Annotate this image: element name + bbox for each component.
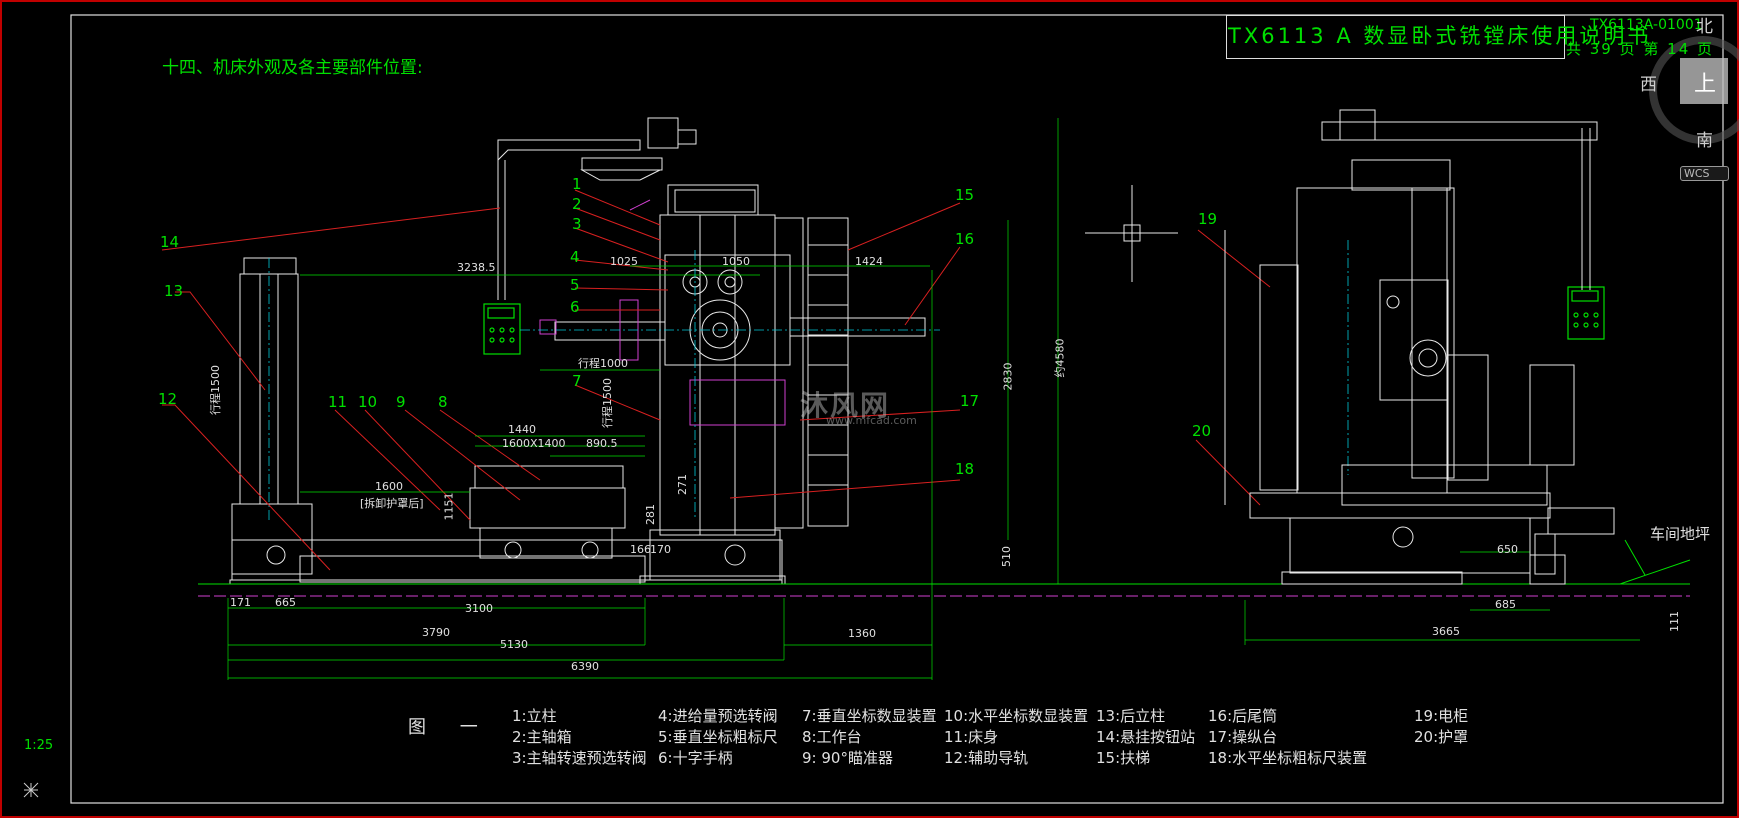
scale-label: 1:25	[24, 738, 54, 753]
callout-20: 20	[1192, 422, 1212, 440]
callout-16: 16	[955, 230, 975, 248]
dim-travel-col: 行程1500	[209, 365, 222, 415]
dim-1025: 1025	[610, 255, 638, 268]
legend-item: 20:护罩	[1414, 728, 1469, 746]
dim-271: 271	[676, 474, 689, 495]
legend-item: 11:床身	[944, 728, 999, 746]
dim-171: 171	[230, 596, 251, 609]
legend-item: 3:主轴转速预选转阀	[512, 749, 647, 767]
wcs-menu[interactable]: WCS	[1680, 166, 1729, 181]
legend-col-3: 7:垂直坐标数显装置 8:工作台 9: 90°瞄准器	[802, 706, 937, 769]
dim-3238: 3238.5	[457, 261, 496, 274]
callout-6: 6	[570, 298, 580, 316]
dim-111: 111	[1668, 611, 1681, 632]
dim-1600-sub: [拆卸护罩后]	[360, 497, 424, 510]
dim-166: 166	[630, 543, 651, 556]
legend-item: 16:后尾筒	[1208, 707, 1278, 725]
callout-12: 12	[158, 390, 178, 408]
callout-4: 4	[570, 248, 580, 266]
legend-item: 13:后立柱	[1096, 707, 1166, 725]
callout-15: 15	[955, 186, 975, 204]
legend-item: 8:工作台	[802, 728, 862, 746]
compass-top[interactable]: 上	[1694, 66, 1716, 98]
ground-label: 车间地坪	[1650, 525, 1711, 543]
dim-3100: 3100	[465, 602, 493, 615]
callout-5: 5	[570, 276, 580, 294]
callout-2: 2	[572, 195, 582, 213]
dim-3665: 3665	[1432, 625, 1460, 638]
drawing-code: TX6113A-01001	[1590, 17, 1703, 33]
legend-col-1: 1:立柱 2:主轴箱 3:主轴转速预选转阀	[512, 706, 647, 769]
dim-1360: 1360	[848, 627, 876, 640]
compass-west[interactable]: 西	[1640, 70, 1657, 95]
callout-19: 19	[1198, 210, 1218, 228]
legend-item: 15:扶梯	[1096, 749, 1151, 767]
dim-685: 685	[1495, 598, 1516, 611]
compass-south[interactable]: 南	[1696, 126, 1713, 151]
dim-1600x1400: 1600X1400	[502, 437, 566, 450]
callout-11: 11	[328, 393, 348, 411]
callout-17: 17	[960, 392, 980, 410]
dim-510: 510	[1000, 546, 1013, 567]
dim-6390: 6390	[571, 660, 599, 673]
callout-3: 3	[572, 215, 582, 233]
dim-1440: 1440	[508, 423, 536, 436]
legend-item: 12:辅助导轨	[944, 749, 1029, 767]
dim-650: 650	[1497, 543, 1518, 556]
callout-8: 8	[438, 393, 448, 411]
legend-col-5: 13:后立柱 14:悬挂按钮站 15:扶梯	[1096, 706, 1195, 769]
callout-1: 1	[572, 175, 582, 193]
dim-1424: 1424	[855, 255, 883, 268]
dim-2830: 2830	[1001, 362, 1015, 391]
callout-13: 13	[164, 282, 184, 300]
legend-item: 2:主轴箱	[512, 728, 572, 746]
legend-item: 9: 90°瞄准器	[802, 749, 893, 767]
legend-item: 6:十字手柄	[658, 749, 733, 767]
legend-item: 19:电柜	[1414, 707, 1469, 725]
legend-item: 10:水平坐标数显装置	[944, 707, 1089, 725]
watermark-url: www.mfcad.com	[826, 414, 917, 427]
callout-14: 14	[160, 233, 180, 251]
dim-4580: 约4580	[1053, 338, 1067, 378]
legend-item: 17:操纵台	[1208, 728, 1278, 746]
dim-170: 170	[650, 543, 671, 556]
page-info: 共 39 页 第 14 页	[1566, 40, 1715, 58]
legend-item: 4:进给量预选转阀	[658, 707, 778, 725]
section-heading: 十四、机床外观及各主要部件位置:	[162, 58, 423, 78]
dim-1151: 1151	[442, 492, 456, 521]
legend-col-4: 10:水平坐标数显装置 11:床身 12:辅助导轨	[944, 706, 1088, 769]
legend-col-2: 4:进给量预选转阀 5:垂直坐标粗标尺 6:十字手柄	[658, 706, 778, 769]
dim-665: 665	[275, 596, 296, 609]
legend-col-6: 16:后尾筒 17:操纵台 18:水平坐标粗标尺装置	[1208, 706, 1367, 769]
dim-3790: 3790	[422, 626, 450, 639]
dim-1600: 1600	[375, 480, 403, 493]
legend-item: 1:立柱	[512, 707, 557, 725]
callout-10: 10	[358, 393, 378, 411]
legend-col-7: 19:电柜 20:护罩	[1414, 706, 1468, 748]
dim-281: 281	[644, 504, 657, 525]
dim-travel-y: 行程1500	[601, 378, 614, 428]
compass-north[interactable]: 北	[1696, 12, 1713, 37]
legend-item: 18:水平坐标粗标尺装置	[1208, 749, 1368, 767]
dim-travel-x: 行程1000	[578, 357, 628, 370]
figure-label: 图 一	[408, 717, 492, 738]
legend-item: 5:垂直坐标粗标尺	[658, 728, 778, 746]
callout-9: 9	[396, 393, 406, 411]
dim-890: 890.5	[586, 437, 618, 450]
dim-1050: 1050	[722, 255, 750, 268]
callout-18: 18	[955, 460, 975, 478]
callout-7: 7	[572, 372, 582, 390]
legend-item: 14:悬挂按钮站	[1096, 728, 1196, 746]
dim-5130: 5130	[500, 638, 528, 651]
legend-item: 7:垂直坐标数显装置	[802, 707, 937, 725]
